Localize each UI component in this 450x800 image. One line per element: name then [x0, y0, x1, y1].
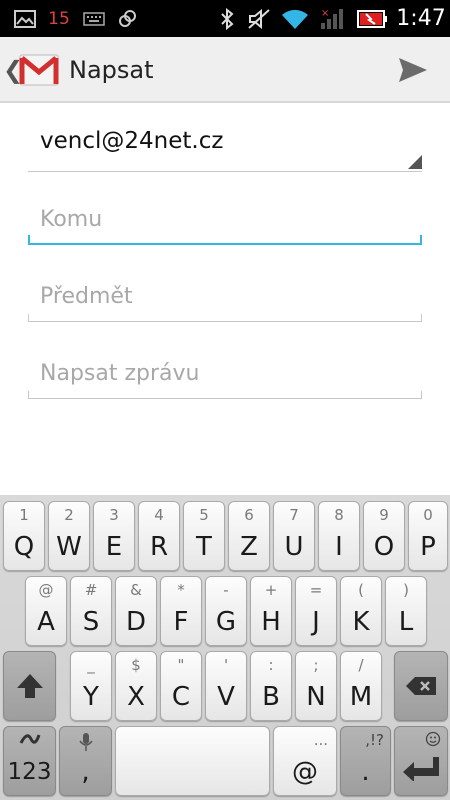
at-key[interactable]: ... @	[273, 726, 337, 796]
key-z[interactable]: 6Z	[228, 501, 270, 571]
keyboard-icon	[82, 0, 106, 37]
sync-icon	[116, 0, 138, 37]
mute-icon	[246, 0, 272, 37]
key-a[interactable]: @ A	[25, 576, 67, 646]
wifi-icon	[279, 0, 311, 37]
action-bar: ❮ Napsat	[0, 37, 450, 103]
key-m[interactable]: / M	[340, 651, 382, 721]
svg-text:×: ×	[321, 8, 329, 19]
backspace-key[interactable]	[394, 651, 448, 721]
send-button[interactable]	[392, 49, 434, 91]
space-key[interactable]	[115, 726, 270, 796]
body-field-container	[28, 349, 422, 399]
key-t[interactable]: 5T	[183, 501, 225, 571]
key-g[interactable]: -G	[205, 576, 247, 646]
from-address: vencl@24net.cz	[40, 128, 224, 154]
key-k[interactable]: (K	[340, 576, 382, 646]
battery-icon	[356, 0, 388, 37]
key-o[interactable]: 9O	[363, 501, 405, 571]
message-body-field[interactable]	[28, 349, 422, 398]
notification-count: 15	[48, 8, 70, 29]
symbols-key[interactable]: 123	[3, 726, 56, 796]
page-title: Napsat	[69, 56, 154, 84]
to-field[interactable]	[28, 195, 422, 243]
key-h[interactable]: + H	[250, 576, 292, 646]
subject-field-container	[28, 272, 422, 322]
key-r[interactable]: 4R	[138, 501, 180, 571]
shift-key[interactable]	[3, 651, 56, 721]
bluetooth-icon	[216, 0, 238, 37]
gmail-icon[interactable]	[18, 49, 60, 91]
key-v[interactable]: ' V	[205, 651, 247, 721]
key-u[interactable]: 7U	[273, 501, 315, 571]
key-y[interactable]: _ Y	[70, 651, 112, 721]
soft-keyboard: 1Q 2W 3E 4R 5T 6Z 7U 8I 9O 0P @ A # S & D *…	[0, 495, 450, 800]
to-field-container	[28, 195, 422, 245]
status-bar: 15 × 1:47	[0, 0, 450, 37]
send-icon	[399, 58, 427, 82]
key-e[interactable]: 3E	[93, 501, 135, 571]
key-q[interactable]: 1Q	[3, 501, 45, 571]
from-account-spinner[interactable]: vencl@24net.cz	[28, 120, 422, 172]
key-n[interactable]: ; N	[295, 651, 337, 721]
key-w[interactable]: 2W	[48, 501, 90, 571]
shift-icon	[4, 652, 55, 720]
subject-field[interactable]	[28, 272, 422, 321]
key-b[interactable]: :B	[250, 651, 292, 721]
clock: 1:47	[396, 6, 446, 31]
period-key[interactable]: ,!? .	[340, 726, 391, 796]
dropdown-arrow-icon	[408, 155, 422, 169]
image-icon	[12, 0, 38, 37]
key-p[interactable]: 0P	[408, 501, 448, 571]
enter-key[interactable]	[394, 726, 448, 796]
key-d[interactable]: & D	[115, 576, 157, 646]
key-s[interactable]: # S	[70, 576, 112, 646]
key-j[interactable]: = J	[295, 576, 337, 646]
key-x[interactable]: $ X	[115, 651, 157, 721]
comma-mic-key[interactable]: ,	[59, 726, 112, 796]
signal-icon: ×	[318, 0, 346, 37]
enter-icon	[395, 727, 447, 795]
key-i[interactable]: 8I	[318, 501, 360, 571]
key-f[interactable]: * F	[160, 576, 202, 646]
key-l[interactable]: ) L	[385, 576, 427, 646]
key-c[interactable]: " C	[160, 651, 202, 721]
backspace-icon	[395, 652, 447, 720]
